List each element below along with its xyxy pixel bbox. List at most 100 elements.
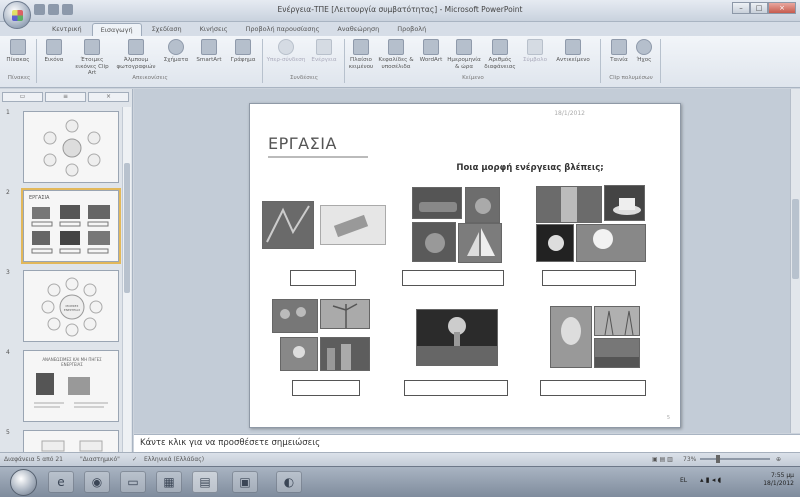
- photo-wind-turbine-image[interactable]: [320, 299, 370, 329]
- hyperlink-button[interactable]: Υπερ-σύνδεση: [266, 39, 306, 64]
- photo-mechanic-image[interactable]: [412, 222, 456, 262]
- fit-to-window-icon[interactable]: ⊕: [776, 456, 781, 463]
- tab-design[interactable]: Σχεδίαση: [144, 23, 190, 36]
- photo-harbor-image[interactable]: [594, 338, 640, 368]
- answer-box[interactable]: [292, 380, 360, 396]
- tab-insert[interactable]: Εισαγωγή: [91, 23, 142, 36]
- smartart-button[interactable]: SmartArt: [192, 39, 226, 64]
- photo-statue-image[interactable]: [550, 306, 592, 368]
- view-buttons[interactable]: ▣ ▤ ▥: [652, 456, 673, 463]
- slides-tab[interactable]: ▭: [2, 92, 43, 102]
- photo-electricity-image[interactable]: [262, 201, 314, 249]
- powerpoint-taskbar-icon[interactable]: ▤: [192, 471, 218, 493]
- wordart-button[interactable]: WordArt: [416, 39, 446, 64]
- shapes-icon: [168, 39, 184, 55]
- start-button[interactable]: [10, 469, 37, 496]
- media-player-icon[interactable]: ◉: [84, 471, 110, 493]
- tab-review[interactable]: Αναθεώρηση: [329, 23, 387, 36]
- photo-climber-image[interactable]: [280, 337, 318, 371]
- group-links-label: Συνδέσεις: [289, 75, 319, 81]
- taskbar-app-icon[interactable]: ▦: [156, 471, 182, 493]
- maximize-button[interactable]: □: [750, 2, 768, 14]
- slide-thumbnail[interactable]: ΕΡΓΑΣΙΑ: [21, 188, 121, 264]
- current-slide[interactable]: 18/1/2012 ΕΡΓΑΣΙΑ Ποια μορφή ενέργειας β…: [249, 103, 681, 428]
- picture-button[interactable]: Εικόνα: [40, 39, 68, 64]
- language-indicator[interactable]: EL: [680, 477, 687, 484]
- object-button[interactable]: Αντικείμενο: [550, 39, 596, 64]
- vertical-scrollbar[interactable]: [790, 89, 800, 433]
- movie-icon: [611, 39, 627, 55]
- language-status[interactable]: Ελληνικά (Ελλάδας): [144, 456, 204, 463]
- slide-thumbnail[interactable]: ΜΟΡΦΕΣ ΕΝΕΡΓΕΙΑΣ: [23, 270, 119, 342]
- clipart-button[interactable]: Έτοιμες εικόνες Clip Art: [72, 39, 112, 77]
- close-pane-button[interactable]: ×: [88, 92, 129, 102]
- system-clock[interactable]: 7:55 μμ 18/1/2012: [763, 472, 794, 488]
- slide-number-button[interactable]: Αριθμός διαφάνειας: [482, 39, 518, 70]
- slide-title[interactable]: ΕΡΓΑΣΙΑ: [268, 134, 337, 153]
- header-footer-button[interactable]: Κεφαλίδες & υποσέλιδα: [376, 39, 416, 70]
- symbol-button[interactable]: Σύμβολο: [520, 39, 550, 64]
- chart-icon: [235, 39, 251, 55]
- action-icon: [316, 39, 332, 55]
- sound-button[interactable]: Ήχος: [632, 39, 656, 64]
- notes-placeholder[interactable]: Κάντε κλικ για να προσθέσετε σημειώσεις: [140, 438, 320, 448]
- movie-button[interactable]: Ταινία: [606, 39, 632, 64]
- answer-box[interactable]: [404, 380, 508, 396]
- office-button[interactable]: [3, 1, 31, 29]
- zoom-level[interactable]: 73%: [683, 456, 696, 463]
- notes-pane[interactable]: Κάντε κλικ για να προσθέσετε σημειώσεις: [134, 434, 800, 452]
- tab-animations[interactable]: Κινήσεις: [192, 23, 236, 36]
- photo-city-image[interactable]: [320, 337, 370, 371]
- slide-count-status: Διαφάνεια 5 από 21: [4, 456, 63, 463]
- slides-pane: ▭ ≡ × 1 2 ΕΡΓΑΣΙΑ 3 ΜΟΡΦΕΣ ΕΝΕΡΓΕΙΑΣ 4 Α…: [0, 89, 133, 463]
- photo-race-car-image[interactable]: [412, 187, 462, 219]
- tab-slide-show[interactable]: Προβολή παρουσίασης: [238, 23, 328, 36]
- group-media-clips-label: Clip πολυμέσων: [609, 75, 653, 81]
- photo-people-image[interactable]: [272, 299, 318, 333]
- window-title: Ενέργεια-ΤΠΕ [Λειτουργία συμβατότητας] -…: [277, 5, 523, 14]
- close-button[interactable]: ×: [768, 2, 796, 14]
- textbox-button[interactable]: Πλαίσιο κειμένου: [346, 39, 376, 70]
- answer-box[interactable]: [290, 270, 356, 286]
- photo-cyclist-image[interactable]: [465, 187, 500, 223]
- date-time-icon: [456, 39, 472, 55]
- tab-home[interactable]: Κεντρική: [44, 23, 90, 36]
- action-button[interactable]: Ενέργεια: [306, 39, 342, 64]
- slides-pane-scrollbar[interactable]: [122, 107, 131, 459]
- minimize-button[interactable]: –: [732, 2, 750, 14]
- internet-explorer-icon[interactable]: e: [48, 471, 74, 493]
- outline-tab[interactable]: ≡: [45, 92, 86, 102]
- shapes-button[interactable]: Σχήματα: [160, 39, 192, 64]
- ribbon-tabs: Κεντρική Εισαγωγή Σχεδίαση Κινήσεις Προβ…: [44, 23, 434, 36]
- slide-number: 5: [666, 415, 670, 421]
- photo-coffee-cup-image[interactable]: [604, 185, 645, 221]
- answer-box[interactable]: [542, 270, 636, 286]
- photo-sailboat-image[interactable]: [458, 223, 502, 263]
- paint-icon[interactable]: ◐: [276, 471, 302, 493]
- answer-box[interactable]: [402, 270, 504, 286]
- table-button[interactable]: Πίνακας: [4, 39, 32, 64]
- pane-tabs: ▭ ≡ ×: [2, 92, 129, 104]
- tab-view[interactable]: Προβολή: [389, 23, 434, 36]
- group-text-label: Κείμενο: [462, 75, 484, 81]
- photo-album-button[interactable]: Άλμπουμ φωτογραφιών: [114, 39, 158, 70]
- photo-sunlight-image[interactable]: [576, 224, 646, 262]
- photo-power-lines-image[interactable]: [594, 306, 640, 336]
- date-time-button[interactable]: Ημερομηνία & ώρα: [446, 39, 482, 70]
- taskbar-app-icon[interactable]: ▣: [232, 471, 258, 493]
- slide-thumbnail[interactable]: ΑΝΑΝΕΩΣΙΜΕΣ ΚΑΙ ΜΗ ΠΗΓΕΣ ΕΝΕΡΓΕΙΑΣ: [23, 350, 119, 422]
- photo-waterfall-image[interactable]: [536, 186, 602, 223]
- sound-icon: [636, 39, 652, 55]
- tray-icons[interactable]: ▴ ▮ ◂ ◖: [700, 476, 721, 484]
- slide-thumbnail[interactable]: [23, 111, 119, 183]
- chart-button[interactable]: Γράφημα: [226, 39, 260, 64]
- slide-question[interactable]: Ποια μορφή ενέργειας βλέπεις;: [250, 163, 680, 173]
- photo-nuclear-explosion-image[interactable]: [416, 309, 498, 366]
- spellcheck-icon[interactable]: ✓: [132, 456, 137, 463]
- object-icon: [565, 39, 581, 55]
- answer-box[interactable]: [540, 380, 646, 396]
- photo-light-bulb-image[interactable]: [536, 224, 574, 262]
- windows-explorer-icon[interactable]: ▭: [120, 471, 146, 493]
- zoom-slider[interactable]: [700, 455, 770, 463]
- photo-battery-image[interactable]: [320, 205, 386, 245]
